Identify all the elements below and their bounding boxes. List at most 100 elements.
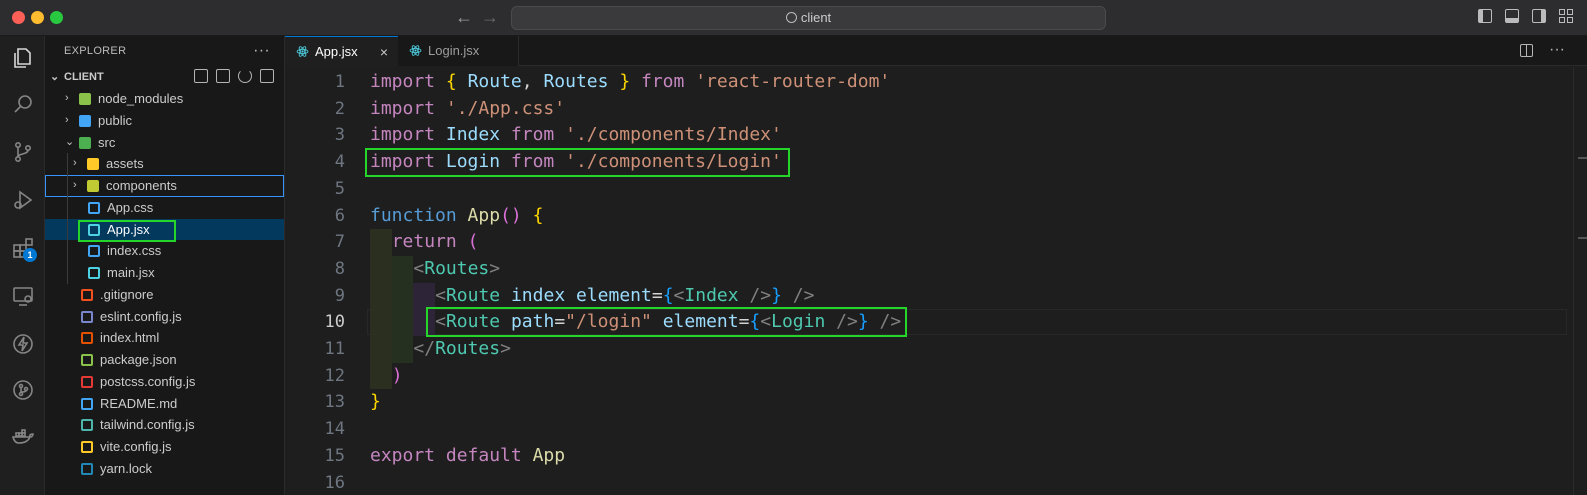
code-line[interactable]: 13} (285, 389, 1565, 416)
file-icon (88, 267, 100, 279)
thunder-client-icon[interactable] (0, 324, 45, 364)
tree-item-gitignore[interactable]: .gitignore (45, 284, 284, 306)
remote-explorer-icon[interactable] (0, 276, 45, 316)
tree-item-public[interactable]: › public (45, 110, 284, 132)
workspace-name: CLIENT (64, 71, 104, 83)
code-text: import Index from './components/Index' (370, 122, 782, 149)
new-file-icon[interactable] (194, 69, 208, 83)
highlight-box-login-route (426, 307, 907, 337)
code-token: import (370, 124, 436, 146)
code-line[interactable]: 7 return ( (285, 229, 1565, 256)
code-token: export (370, 444, 436, 466)
toggle-secondary-sidebar-icon[interactable] (1532, 9, 1546, 23)
code-token: } (370, 391, 381, 413)
code-line[interactable]: 12) (285, 363, 1565, 390)
minimize-window-button[interactable] (31, 11, 44, 24)
code-token: Index (684, 284, 739, 306)
toggle-panel-icon[interactable] (1505, 9, 1519, 23)
code-token: Route (467, 71, 522, 92)
source-control-icon[interactable] (0, 132, 45, 172)
close-tab-icon[interactable]: × (380, 37, 388, 67)
code-line[interactable]: 14 (285, 416, 1565, 443)
command-center-search[interactable]: client (511, 6, 1106, 30)
forward-arrow-icon[interactable]: → (481, 6, 499, 28)
tab-login-jsx[interactable]: Login.jsx (398, 36, 519, 66)
code-token: } (619, 71, 631, 92)
line-number: 15 (324, 445, 345, 466)
toggle-primary-sidebar-icon[interactable] (1478, 9, 1492, 23)
code-token: import (370, 97, 436, 119)
tree-item-index-css[interactable]: index.css (45, 240, 284, 262)
highlight-box-import-login (365, 148, 790, 177)
workspace-section-header[interactable]: ⌄ CLIENT (45, 66, 284, 88)
code-token: /> (738, 284, 772, 306)
refresh-icon[interactable] (238, 69, 252, 83)
code-token: Routes (424, 257, 490, 279)
new-folder-icon[interactable] (216, 69, 230, 83)
code-line[interactable]: 11 </Routes> (285, 336, 1565, 363)
code-token: function (370, 204, 457, 226)
chevron-right-icon: › (73, 157, 77, 170)
docker-icon[interactable] (0, 416, 45, 456)
tree-item-app-css[interactable]: App.css (45, 196, 284, 219)
code-token: './components/Index' (565, 124, 782, 146)
file-icon (81, 462, 93, 475)
search-icon[interactable] (0, 84, 45, 124)
extensions-icon[interactable]: 1 (0, 228, 45, 268)
tree-item-label: index.css (107, 243, 162, 259)
tree-item-main-jsx[interactable]: main.jsx (45, 262, 284, 284)
code-line[interactable]: 16 (285, 470, 1565, 495)
folder-icon (79, 114, 91, 127)
code-text: <Routes> (413, 256, 500, 283)
title-bar: ← → client (0, 0, 1587, 36)
customize-layout-icon[interactable] (1559, 9, 1573, 23)
tree-item-package-json[interactable]: package.json (45, 349, 284, 371)
tree-item-postcss-config-js[interactable]: postcss.config.js (45, 371, 284, 393)
tree-item-readme-md[interactable]: README.md (45, 393, 284, 415)
line-number: 3 (334, 125, 345, 146)
git-graph-icon[interactable] (0, 370, 45, 410)
code-editor[interactable]: 1 import { Route, Routes } from 'react-ro… (285, 67, 1587, 495)
code-line[interactable]: 8 <Routes> (285, 256, 1565, 283)
code-line[interactable]: 9 <Route index element={<Index />} /> (285, 283, 1565, 310)
line-number: 6 (334, 205, 345, 226)
tree-item-eslint-config-js[interactable]: eslint.config.js (45, 306, 284, 328)
split-editor-icon[interactable] (1520, 44, 1534, 57)
code-line[interactable]: 15 export default App (285, 443, 1565, 470)
maximize-window-button[interactable] (50, 11, 63, 24)
code-line[interactable]: 2 import './App.css' (285, 96, 1565, 123)
code-token: } (771, 284, 782, 306)
run-debug-icon[interactable] (0, 180, 45, 220)
explorer-sidebar: EXPLORER ··· ⌄ CLIENT › node_modules › publ… (45, 36, 285, 495)
code-line[interactable]: 5 (285, 176, 1565, 203)
tab-app-jsx[interactable]: App.jsx × (285, 36, 398, 66)
collapse-all-icon[interactable] (260, 69, 274, 83)
react-icon (409, 45, 422, 56)
line-number: 5 (334, 178, 345, 199)
tree-item-vite-config-js[interactable]: vite.config.js (45, 436, 284, 458)
tree-item-tailwind-config-js[interactable]: tailwind.config.js (45, 414, 284, 436)
code-line[interactable]: 1 import { Route, Routes } from 'react-ro… (285, 69, 1565, 96)
explorer-icon[interactable] (0, 38, 45, 78)
tree-item-src[interactable]: ⌄ src (45, 132, 284, 154)
tree-item-components[interactable]: › components (45, 175, 284, 197)
editor-more-actions-icon[interactable]: ··· (1549, 42, 1565, 58)
tree-item-index-html[interactable]: index.html (45, 327, 284, 349)
tree-item-assets[interactable]: › assets (45, 153, 284, 175)
back-arrow-icon[interactable]: ← (455, 6, 473, 28)
more-actions-icon[interactable]: ··· (253, 36, 270, 66)
folder-icon (79, 136, 91, 149)
close-window-button[interactable] (12, 11, 25, 24)
tree-item-node-modules[interactable]: › node_modules (45, 88, 284, 110)
code-line[interactable]: 6 function App() { (285, 203, 1565, 230)
code-line[interactable]: 3 import Index from './components/Index' (285, 122, 1565, 149)
tree-item-yarn-lock[interactable]: yarn.lock (45, 458, 284, 480)
editor-scrollbar[interactable] (1573, 67, 1587, 495)
code-token: , (521, 71, 544, 92)
